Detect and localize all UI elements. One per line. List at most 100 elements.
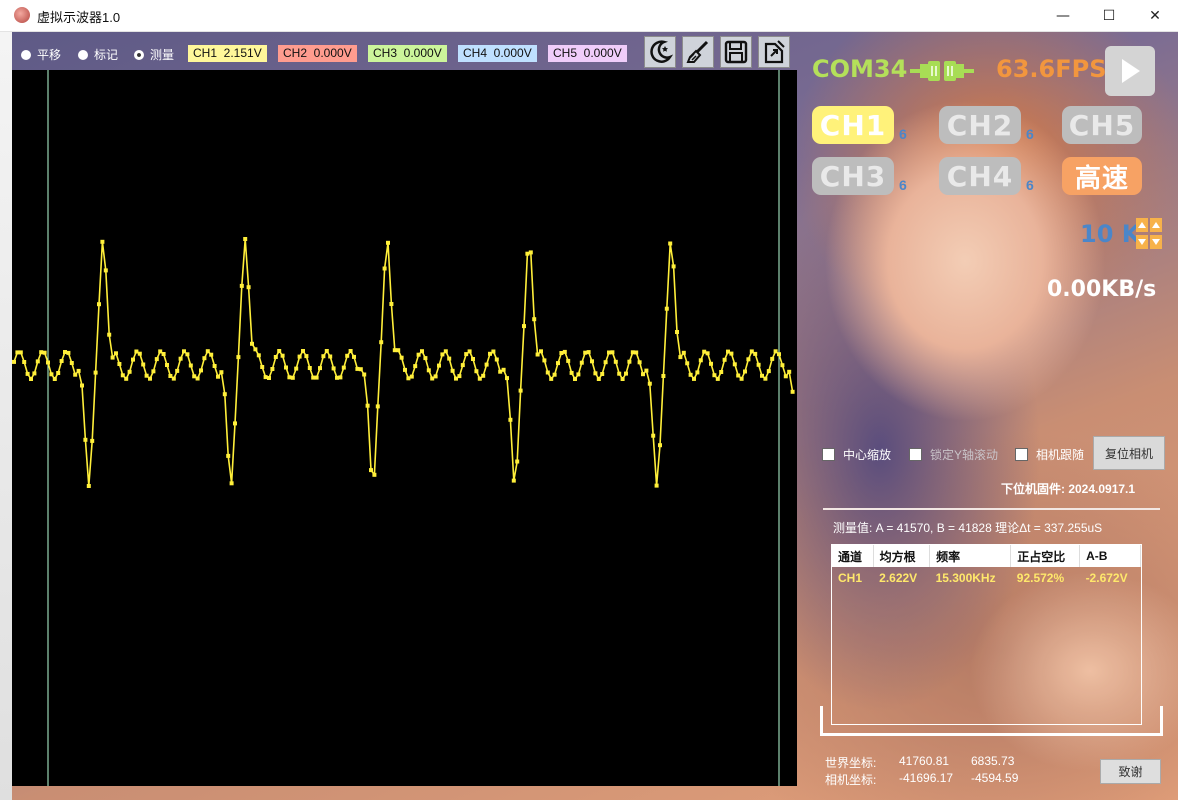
mode-measure-label: 测量 [150, 48, 175, 62]
camera-follow-label: 相机跟随 [1036, 448, 1085, 462]
rate-down-icon[interactable] [1136, 235, 1148, 249]
rate-stepper[interactable] [1136, 218, 1164, 250]
reset-camera-button[interactable]: 复位相机 [1093, 436, 1165, 470]
connection-icon[interactable] [910, 56, 974, 91]
thanks-button[interactable]: 致谢 [1100, 759, 1161, 784]
sample-point [46, 360, 50, 365]
sample-point [294, 366, 299, 371]
sample-point [324, 349, 329, 353]
sample-rate-value: 10 K [1080, 220, 1141, 248]
ch3-toggle-button[interactable]: CH3 [812, 157, 894, 195]
sample-point [212, 364, 217, 368]
port-name: COM34 [812, 55, 908, 83]
play-button[interactable] [1105, 46, 1155, 96]
ch4-toggle-button[interactable]: CH4 [939, 157, 1021, 195]
play-icon [1122, 59, 1140, 83]
measure-summary: 测量值: A = 41570, B = 41828 理论Δt = 337.255… [833, 521, 1103, 535]
sample-point [90, 438, 95, 443]
ch2-toggle-button[interactable]: CH2 [939, 106, 1021, 144]
ch5-toggle-button[interactable]: CH5 [1062, 106, 1142, 144]
center-zoom-checkbox[interactable]: 中心缩放 [822, 446, 891, 463]
camera-coord-y: -4594.59 [971, 771, 1019, 785]
measure-frame-top [823, 508, 1160, 510]
sample-point [766, 369, 771, 374]
sample-point [352, 354, 356, 359]
sample-point [151, 369, 156, 374]
sample-point [413, 364, 418, 369]
sample-point [450, 368, 455, 373]
cell-duty-cycle: 92.572% [1016, 571, 1065, 585]
col-duty-cycle: 正占空比 [1010, 545, 1081, 567]
sample-point [477, 376, 482, 381]
col-rms: 均方根 [873, 545, 931, 567]
sample-point [229, 481, 234, 486]
sample-point [780, 363, 785, 368]
export-icon[interactable] [758, 36, 790, 68]
sample-point [508, 417, 513, 422]
ch1-trace [13, 238, 794, 487]
mode-measure-radio[interactable]: 测量 [134, 46, 174, 63]
save-icon[interactable] [720, 36, 752, 68]
app-icon [14, 7, 30, 23]
sample-point [637, 360, 642, 365]
sample-point [331, 366, 336, 371]
table-row[interactable]: CH1 2.622V 15.300KHz 92.572% -2.672V [832, 567, 1141, 589]
rate-up-icon[interactable] [1136, 218, 1148, 232]
sample-point [777, 352, 781, 357]
sample-point [732, 362, 737, 367]
sample-point [117, 362, 122, 366]
sample-point [382, 266, 387, 271]
rate-up-fast-icon[interactable] [1150, 218, 1162, 232]
rate-down-fast-icon[interactable] [1150, 235, 1162, 249]
maximize-button[interactable]: ☐ [1086, 0, 1132, 31]
high-speed-toggle-button[interactable]: 高速 [1062, 157, 1142, 195]
sample-point [542, 358, 547, 363]
sample-point [131, 357, 135, 362]
mode-pan-radio[interactable]: 平移 [21, 46, 61, 63]
sample-point [790, 389, 795, 394]
sample-point [515, 459, 520, 464]
sample-point [719, 370, 724, 374]
minimize-button[interactable]: — [1040, 0, 1086, 31]
sample-point [522, 324, 526, 329]
sample-point [532, 317, 537, 322]
oscilloscope-display[interactable] [12, 70, 797, 786]
sample-point [35, 359, 40, 364]
brush-icon[interactable] [682, 36, 714, 68]
lock-y-scroll-checkbox[interactable]: 锁定Y轴滚动 [909, 446, 998, 463]
sample-point [69, 361, 74, 365]
sample-point [270, 367, 275, 371]
sample-point [722, 357, 727, 362]
sample-point [25, 371, 30, 376]
radio-dot-selected [134, 49, 144, 60]
camera-coord-label: 相机坐标: [825, 773, 877, 787]
ch1-toggle-button[interactable]: CH1 [812, 106, 894, 144]
sample-point [644, 368, 649, 373]
checkbox-box [1015, 448, 1028, 461]
sample-point [787, 369, 792, 374]
night-mode-icon[interactable] [644, 36, 676, 68]
measure-frame-corner-right [1160, 706, 1163, 736]
sample-point [12, 359, 16, 364]
throughput-display: 0.00KB/s [1047, 277, 1157, 302]
mode-mark-radio[interactable]: 标记 [78, 46, 118, 63]
ch1-readout: CH1 2.151V [188, 45, 267, 62]
sample-point [307, 366, 312, 370]
sample-point [671, 264, 676, 269]
camera-follow-checkbox[interactable]: 相机跟随 [1015, 446, 1084, 463]
sample-point [698, 358, 703, 363]
sample-point [127, 369, 132, 374]
sample-point [491, 349, 496, 354]
sample-point [304, 354, 309, 359]
sample-point [753, 351, 758, 356]
close-button[interactable]: ✕ [1132, 0, 1178, 31]
sample-point [739, 376, 744, 381]
world-coord-label: 世界坐标: [825, 756, 877, 770]
sample-point [168, 374, 173, 378]
sample-point [661, 374, 666, 378]
sample-point [97, 302, 101, 307]
sample-point [416, 352, 421, 357]
sample-point [205, 349, 210, 354]
checkbox-box [822, 448, 835, 461]
sample-point [481, 373, 486, 378]
